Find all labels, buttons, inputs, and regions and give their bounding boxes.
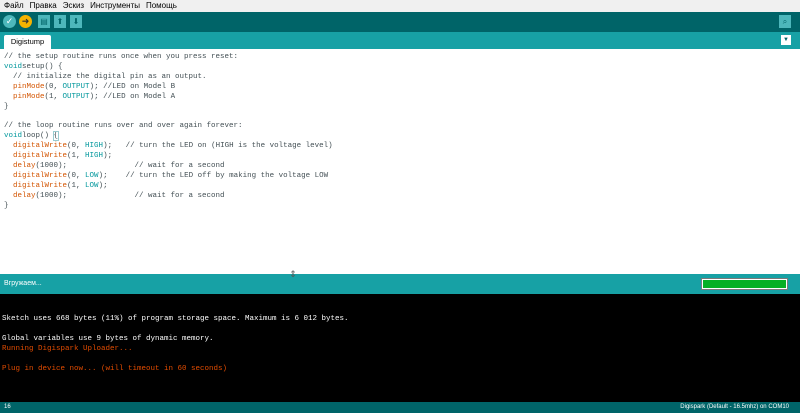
footer-status-bar: 16 Digispark (Default - 16.5mhz) on COM1… [0,402,800,413]
menu-edit[interactable]: Правка [28,0,59,12]
code-line: } [4,102,9,111]
code-line: digitalWrite(0, HIGH); // turn the LED o… [13,142,333,151]
code-text[interactable]: // the setup routine runs once when you … [4,53,333,212]
upload-icon[interactable]: ➜ [19,15,32,28]
serial-monitor-icon[interactable]: ⌕ [779,15,791,28]
code-line: } [4,201,9,210]
code-line: delay(1000); // wait for a second [13,191,225,200]
menu-sketch[interactable]: Эскиз [61,0,86,12]
code-line: delay(1000); // wait for a second [13,161,225,170]
open-icon[interactable]: ⬆ [54,15,66,28]
console-output: Sketch uses 668 bytes (11%) of program s… [0,294,800,402]
code-line: // the setup routine runs once when you … [4,53,239,61]
progress-fill [703,280,786,288]
line-number: 16 [4,404,11,410]
console-text: Sketch uses 668 bytes (11%) of program s… [2,314,349,374]
resize-divider-icon[interactable]: ⇕ [288,267,298,281]
verify-icon[interactable]: ✓ [3,15,16,28]
code-line: pinMode(0, OUTPUT); //LED on Model B [13,82,176,91]
code-line: // initialize the digital pin as an outp… [4,72,207,81]
board-info: Digispark (Default - 16.5mhz) on COM10 [680,404,789,410]
tab-bar: Digistump ▼ [0,32,800,49]
toolbar: ✓ ➜ ▤ ⬆ ⬇ ⌕ [0,12,800,32]
code-line: digitalWrite(1, LOW); [13,181,108,190]
console-line: Global variables use 9 bytes of dynamic … [2,335,214,343]
console-line: Plug in device now... (will timeout in 6… [2,365,228,373]
new-icon[interactable]: ▤ [38,15,50,28]
console-line: Sketch uses 668 bytes (11%) of program s… [2,315,349,323]
code-line: voidloop() { [4,131,59,142]
tab-digistump[interactable]: Digistump [4,35,51,49]
tab-menu-icon[interactable]: ▼ [781,35,791,45]
menu-bar: Файл Правка Эскиз Инструменты Помощь [0,0,800,12]
code-line: digitalWrite(1, HIGH); [13,152,113,161]
menu-file[interactable]: Файл [2,0,26,12]
upload-progress-bar [701,278,788,290]
console-line: Running Digispark Uploader... [2,345,133,353]
menu-help[interactable]: Помощь [144,0,179,12]
code-line: voidsetup() { [4,62,63,71]
code-editor[interactable]: // the setup routine runs once when you … [0,49,800,274]
code-line: pinMode(1, OUTPUT); //LED on Model A [13,92,176,101]
code-line: digitalWrite(0, LOW); // turn the LED of… [13,171,329,180]
status-bar: Вгружаем... [0,274,800,294]
code-line: // the loop routine runs over and over a… [4,122,243,131]
menu-tools[interactable]: Инструменты [88,0,142,12]
save-icon[interactable]: ⬇ [70,15,82,28]
status-text: Вгружаем... [4,280,42,287]
